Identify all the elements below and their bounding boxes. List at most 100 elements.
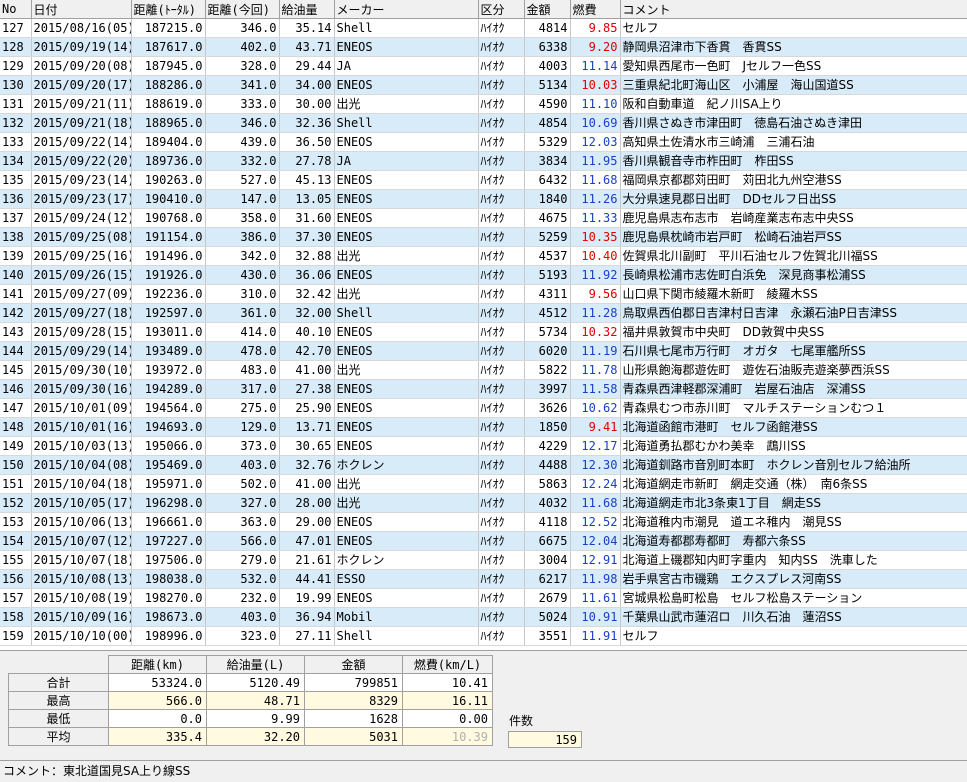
table-row[interactable]: 143 2015/09/28(15) 193011.0 414.0 40.10 ENEOS… bbox=[0, 322, 967, 342]
header-mpg[interactable]: 燃費 bbox=[570, 0, 621, 19]
header-kind[interactable]: 区分 bbox=[478, 0, 525, 19]
table-row[interactable]: 137 2015/09/24(12) 190768.0 358.0 31.60 ENEOS… bbox=[0, 208, 967, 228]
cell-kind: ﾊｲｵｸ bbox=[478, 94, 525, 114]
summary-header-row: 距離(km) 給油量(L) 金額 燃費(km/L) bbox=[9, 655, 493, 674]
summary-row: 平均 335.4 32.20 5031 10.39 bbox=[8, 727, 493, 746]
table-row[interactable]: 140 2015/09/26(15) 191926.0 430.0 36.06 ENEOS… bbox=[0, 265, 967, 285]
cell-no: 132 bbox=[0, 113, 32, 133]
table-row[interactable]: 150 2015/10/04(08) 195469.0 403.0 32.76 ホクレンﾊ… bbox=[0, 455, 967, 475]
cell-mpg: 12.91 bbox=[570, 550, 621, 570]
cell-comment: 北海道網走市新町 網走交通（株） 南6条SS bbox=[620, 474, 967, 494]
table-row[interactable]: 133 2015/09/22(14) 189404.0 439.0 36.50 ENEOS… bbox=[0, 132, 967, 152]
table-row[interactable]: 153 2015/10/06(13) 196661.0 363.0 29.00 ENEOS… bbox=[0, 512, 967, 532]
cell-trip-distance: 483.0 bbox=[205, 360, 280, 380]
table-row[interactable]: 159 2015/10/10(00) 198996.0 323.0 27.11 Shell… bbox=[0, 626, 967, 646]
cell-kind: ﾊｲｵｸ bbox=[478, 303, 525, 323]
cell-date: 2015/10/07(18) bbox=[31, 550, 132, 570]
cell-total-distance: 190768.0 bbox=[131, 208, 206, 228]
summary-header-amount: 金額 bbox=[304, 655, 403, 674]
table-row[interactable]: 141 2015/09/27(09) 192236.0 310.0 32.42 出光 ﾊｲｵ… bbox=[0, 284, 967, 304]
cell-mpg: 10.62 bbox=[570, 398, 621, 418]
table-row[interactable]: 147 2015/10/01(09) 194564.0 275.0 25.90 ENEOS… bbox=[0, 398, 967, 418]
cell-mpg: 11.91 bbox=[570, 626, 621, 646]
cell-trip-distance: 566.0 bbox=[205, 531, 280, 551]
header-amount[interactable]: 金額 bbox=[524, 0, 571, 19]
cell-total-distance: 194564.0 bbox=[131, 398, 206, 418]
cell-maker: ENEOS bbox=[334, 37, 479, 57]
cell-mpg: 9.41 bbox=[570, 417, 621, 437]
header-date[interactable]: 日付 bbox=[31, 0, 132, 19]
table-row[interactable]: 142 2015/09/27(18) 192597.0 361.0 32.00 Shell… bbox=[0, 303, 967, 323]
cell-maker: ESSO bbox=[334, 569, 479, 589]
table-row[interactable]: 154 2015/10/07(12) 197227.0 566.0 47.01 ENEOS… bbox=[0, 531, 967, 551]
fuel-log-grid[interactable]: No 日付 距離(ﾄｰﾀﾙ) 距離(今回) 給油量 メーカー 区分 金額 燃費 コメント 127 2… bbox=[0, 0, 967, 651]
header-no[interactable]: No bbox=[0, 0, 32, 19]
table-row[interactable]: 129 2015/09/20(08) 187945.0 328.0 29.44 JA ﾊｲｵ… bbox=[0, 56, 967, 76]
header-comment[interactable]: コメント bbox=[620, 0, 967, 19]
table-row[interactable]: 151 2015/10/04(18) 195971.0 502.0 41.00 出光 ﾊｲｵ… bbox=[0, 474, 967, 494]
cell-amount: 2679 bbox=[524, 588, 571, 608]
cell-no: 150 bbox=[0, 455, 32, 475]
summary-fuel: 48.71 bbox=[206, 691, 305, 710]
table-row[interactable]: 156 2015/10/08(13) 198038.0 532.0 44.41 ESSO ﾊ… bbox=[0, 569, 967, 589]
table-row[interactable]: 145 2015/09/30(10) 193972.0 483.0 41.00 出光 ﾊｲｵ… bbox=[0, 360, 967, 380]
cell-trip-distance: 439.0 bbox=[205, 132, 280, 152]
cell-fuel: 32.88 bbox=[279, 246, 335, 266]
table-row[interactable]: 149 2015/10/03(13) 195066.0 373.0 30.65 ENEOS… bbox=[0, 436, 967, 456]
cell-comment: 愛知県西尾市一色町 Jセルフ一色SS bbox=[620, 56, 967, 76]
cell-date: 2015/09/23(17) bbox=[31, 189, 132, 209]
cell-maker: ENEOS bbox=[334, 436, 479, 456]
table-row[interactable]: 146 2015/09/30(16) 194289.0 317.0 27.38 ENEOS… bbox=[0, 379, 967, 399]
cell-mpg: 10.35 bbox=[570, 227, 621, 247]
table-row[interactable]: 144 2015/09/29(14) 193489.0 478.0 42.70 ENEOS… bbox=[0, 341, 967, 361]
cell-fuel: 41.00 bbox=[279, 474, 335, 494]
table-row[interactable]: 157 2015/10/08(19) 198270.0 232.0 19.99 ENEOS… bbox=[0, 588, 967, 608]
cell-no: 139 bbox=[0, 246, 32, 266]
table-row[interactable]: 138 2015/09/25(08) 191154.0 386.0 37.30 ENEOS… bbox=[0, 227, 967, 247]
cell-no: 138 bbox=[0, 227, 32, 247]
header-total-distance[interactable]: 距離(ﾄｰﾀﾙ) bbox=[131, 0, 206, 19]
table-row[interactable]: 155 2015/10/07(18) 197506.0 279.0 21.61 ホクレンﾊ… bbox=[0, 550, 967, 570]
cell-date: 2015/09/28(15) bbox=[31, 322, 132, 342]
cell-kind: ﾊｲｵｸ bbox=[478, 227, 525, 247]
table-row[interactable]: 130 2015/09/20(17) 188286.0 341.0 34.00 ENEOS… bbox=[0, 75, 967, 95]
table-row[interactable]: 128 2015/09/19(14) 187617.0 402.0 43.71 ENEOS… bbox=[0, 37, 967, 57]
table-row[interactable]: 139 2015/09/25(16) 191496.0 342.0 32.88 出光 ﾊｲｵ… bbox=[0, 246, 967, 266]
fuel-log-table[interactable]: No 日付 距離(ﾄｰﾀﾙ) 距離(今回) 給油量 メーカー 区分 金額 燃費 コメント 127 2… bbox=[0, 0, 967, 646]
table-row[interactable]: 134 2015/09/22(20) 189736.0 332.0 27.78 JA ﾊｲｵ… bbox=[0, 151, 967, 171]
cell-fuel: 25.90 bbox=[279, 398, 335, 418]
cell-date: 2015/09/20(08) bbox=[31, 56, 132, 76]
cell-no: 151 bbox=[0, 474, 32, 494]
cell-total-distance: 194693.0 bbox=[131, 417, 206, 437]
cell-kind: ﾊｲｵｸ bbox=[478, 588, 525, 608]
cell-date: 2015/10/07(12) bbox=[31, 531, 132, 551]
cell-date: 2015/09/27(18) bbox=[31, 303, 132, 323]
cell-no: 147 bbox=[0, 398, 32, 418]
table-row[interactable]: 152 2015/10/05(17) 196298.0 327.0 28.00 出光 ﾊｲｵ… bbox=[0, 493, 967, 513]
cell-maker: ENEOS bbox=[334, 322, 479, 342]
table-row[interactable]: 135 2015/09/23(14) 190263.0 527.0 45.13 ENEOS… bbox=[0, 170, 967, 190]
cell-no: 140 bbox=[0, 265, 32, 285]
cell-mpg: 11.95 bbox=[570, 151, 621, 171]
header-trip-distance[interactable]: 距離(今回) bbox=[205, 0, 280, 19]
table-row[interactable]: 127 2015/08/16(05) 187215.0 346.0 35.14 Shell… bbox=[0, 18, 967, 38]
summary-fuel: 5120.49 bbox=[206, 673, 305, 692]
table-row[interactable]: 148 2015/10/01(16) 194693.0 129.0 13.71 ENEOS… bbox=[0, 417, 967, 437]
header-maker[interactable]: メーカー bbox=[334, 0, 479, 19]
cell-trip-distance: 478.0 bbox=[205, 341, 280, 361]
table-row[interactable]: 132 2015/09/21(18) 188965.0 346.0 32.36 Shell… bbox=[0, 113, 967, 133]
table-row[interactable]: 158 2015/10/09(16) 198673.0 403.0 36.94 Mobil… bbox=[0, 607, 967, 627]
cell-maker: ENEOS bbox=[334, 132, 479, 152]
cell-amount: 4854 bbox=[524, 113, 571, 133]
cell-no: 133 bbox=[0, 132, 32, 152]
cell-mpg: 11.68 bbox=[570, 493, 621, 513]
cell-total-distance: 188965.0 bbox=[131, 113, 206, 133]
cell-amount: 5024 bbox=[524, 607, 571, 627]
cell-kind: ﾊｲｵｸ bbox=[478, 550, 525, 570]
cell-trip-distance: 361.0 bbox=[205, 303, 280, 323]
table-row[interactable]: 136 2015/09/23(17) 190410.0 147.0 13.05 ENEOS… bbox=[0, 189, 967, 209]
header-fuel[interactable]: 給油量 bbox=[279, 0, 335, 19]
table-row[interactable]: 131 2015/09/21(11) 188619.0 333.0 30.00 出光 ﾊｲｵ… bbox=[0, 94, 967, 114]
cell-maker: ENEOS bbox=[334, 417, 479, 437]
cell-comment: 長崎県松浦市志佐町白浜免 深見商事松浦SS bbox=[620, 265, 967, 285]
